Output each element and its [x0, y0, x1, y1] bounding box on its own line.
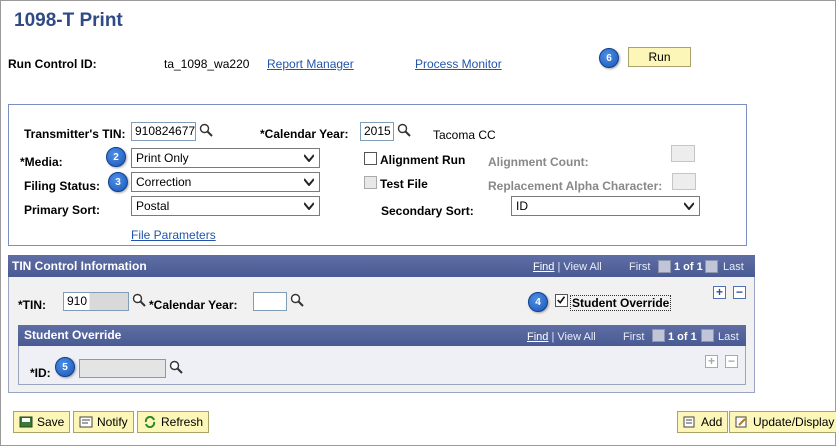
search-icon[interactable] [132, 293, 146, 307]
view-all-link: View All [557, 331, 596, 343]
previous-arrow-icon [658, 260, 671, 273]
callout-badge-4: 4 [528, 292, 548, 312]
next-arrow-icon [705, 260, 718, 273]
media-select[interactable]: Print Only [131, 148, 320, 168]
media-select-value: Print Only [136, 151, 189, 165]
tin-input[interactable]: 910 [63, 292, 129, 311]
find-link[interactable]: Find [533, 261, 554, 273]
alignment-count-input [671, 145, 695, 162]
notify-label: Notify [97, 415, 128, 429]
row-count: 1 of 1 [674, 261, 703, 273]
student-override-header: Student Override Find | View All First 1… [18, 325, 746, 346]
calendar-year-label: *Calendar Year: [260, 127, 349, 141]
student-override-label: Student Override [570, 295, 672, 311]
add-button[interactable]: Add [677, 411, 729, 433]
calendar-year-input[interactable]: 2015 [360, 122, 394, 141]
filing-status-label: Filing Status: [24, 179, 100, 193]
tin-label: *TIN: [18, 298, 46, 312]
chevron-down-icon [304, 202, 314, 210]
save-button[interactable]: Save [13, 411, 71, 433]
callout-badge-3: 3 [108, 172, 128, 192]
first-label: First [629, 261, 651, 273]
process-monitor-link[interactable]: Process Monitor [415, 57, 502, 71]
add-row-button[interactable]: + [713, 286, 726, 299]
view-all-link: View All [563, 261, 602, 273]
filing-status-select[interactable]: Correction [131, 172, 320, 192]
transmitter-tin-label: Transmitter's TIN: [24, 127, 126, 141]
save-icon [19, 416, 33, 428]
tin-calendar-year-input[interactable] [253, 292, 287, 311]
checkmark-icon [557, 296, 566, 304]
search-icon[interactable] [290, 293, 304, 307]
add-row-button: + [705, 355, 718, 368]
transmitter-tin-input[interactable]: 910824677 [131, 122, 196, 141]
update-display-icon [735, 416, 747, 428]
test-file-label: Test File [380, 177, 428, 191]
last-label: Last [723, 261, 744, 273]
first-label: First [623, 331, 645, 343]
update-display-button[interactable]: Update/Display [729, 411, 836, 433]
run-control-value: ta_1098_wa220 [164, 57, 250, 71]
replacement-alpha-label: Replacement Alpha Character: [488, 179, 663, 193]
find-link[interactable]: Find [527, 331, 548, 343]
tin-control-nav: Find | View All [533, 261, 602, 273]
secondary-sort-label: Secondary Sort: [381, 204, 474, 218]
student-override-checkbox[interactable] [555, 294, 568, 307]
alignment-run-label: Alignment Run [380, 153, 466, 167]
replacement-alpha-input [672, 173, 696, 190]
tin-control-header: TIN Control Information Find | View All … [8, 255, 755, 277]
primary-sort-select[interactable]: Postal [131, 196, 320, 216]
secondary-sort-select-value: ID [516, 199, 528, 213]
secondary-sort-select[interactable]: ID [511, 196, 700, 216]
notify-button[interactable]: Notify [73, 411, 134, 433]
refresh-button[interactable]: Refresh [137, 411, 210, 433]
page-title: 1098-T Print [14, 10, 123, 31]
run-control-label: Run Control ID: [8, 57, 97, 71]
next-arrow-icon [701, 329, 714, 342]
update-display-label: Update/Display [753, 415, 835, 429]
student-override-nav: Find | View All [527, 331, 596, 343]
calendar-year-description: Tacoma CC [433, 128, 496, 142]
notify-icon [79, 416, 93, 428]
primary-sort-select-value: Postal [136, 199, 170, 213]
test-file-checkbox [364, 176, 377, 189]
search-icon[interactable] [169, 360, 183, 374]
filing-status-select-value: Correction [136, 175, 192, 189]
delete-row-button: − [725, 355, 738, 368]
save-label: Save [37, 415, 65, 429]
row-count: 1 of 1 [668, 331, 697, 343]
student-override-header-title: Student Override [24, 328, 122, 342]
search-icon[interactable] [199, 123, 213, 137]
callout-badge-6: 6 [599, 48, 619, 68]
callout-badge-2: 2 [106, 147, 126, 167]
report-manager-link[interactable]: Report Manager [267, 57, 354, 71]
chevron-down-icon [304, 154, 314, 162]
run-button[interactable]: Run [628, 47, 691, 67]
alignment-count-label: Alignment Count: [488, 155, 589, 169]
media-label: *Media: [20, 155, 63, 169]
id-input[interactable] [79, 359, 166, 378]
primary-sort-label: Primary Sort: [24, 203, 101, 217]
tin-calendar-year-label: *Calendar Year: [149, 298, 238, 312]
refresh-label: Refresh [161, 415, 204, 429]
delete-row-button[interactable]: − [733, 286, 746, 299]
callout-badge-5: 5 [55, 357, 75, 377]
search-icon[interactable] [397, 123, 411, 137]
alignment-run-checkbox[interactable] [364, 152, 377, 165]
tin-control-header-title: TIN Control Information [12, 259, 147, 273]
last-label: Last [718, 331, 739, 343]
add-icon [683, 416, 695, 428]
chevron-down-icon [304, 178, 314, 186]
file-parameters-link[interactable]: File Parameters [131, 228, 216, 242]
add-label: Add [701, 415, 723, 429]
previous-arrow-icon [652, 329, 665, 342]
chevron-down-icon [684, 202, 694, 210]
refresh-icon [144, 416, 156, 428]
id-label: *ID: [30, 366, 51, 380]
